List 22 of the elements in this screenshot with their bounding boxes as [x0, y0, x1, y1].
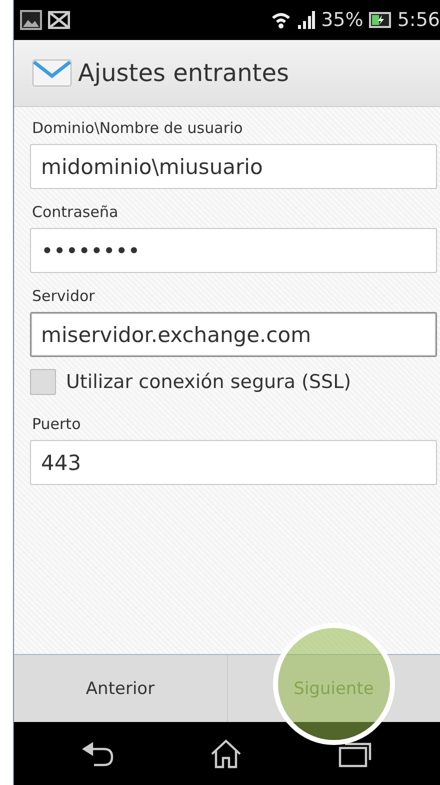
picture-notification-icon	[20, 10, 42, 30]
input-field[interactable]: ••••••••	[30, 228, 437, 273]
clock: 5:56	[397, 9, 440, 31]
checkbox-label: Utilizar conexión segura (SSL)	[66, 371, 352, 393]
home-icon[interactable]	[210, 738, 242, 768]
field-label: Contraseña	[32, 203, 120, 221]
wifi-icon	[271, 10, 292, 30]
field-label: Servidor	[32, 287, 96, 305]
field-label: Puerto	[32, 415, 82, 433]
battery-percentage: 35%	[321, 9, 364, 31]
mail-notification-icon	[48, 11, 70, 29]
input-field[interactable]: miservidor.exchange.com	[30, 312, 437, 357]
signal-icon	[297, 10, 316, 30]
envelope-icon	[32, 58, 72, 88]
screen-title: Ajustes entrantes	[78, 59, 289, 87]
input-field[interactable]: midominio\miusuario	[30, 144, 437, 189]
battery-charging-icon	[369, 12, 392, 28]
field-label: Dominio\Nombre de usuario	[32, 119, 244, 137]
back-icon[interactable]	[82, 740, 114, 766]
input-field[interactable]: 443	[30, 440, 437, 485]
nav-button[interactable]: Anterior	[14, 655, 226, 722]
checkbox[interactable]	[30, 369, 56, 395]
